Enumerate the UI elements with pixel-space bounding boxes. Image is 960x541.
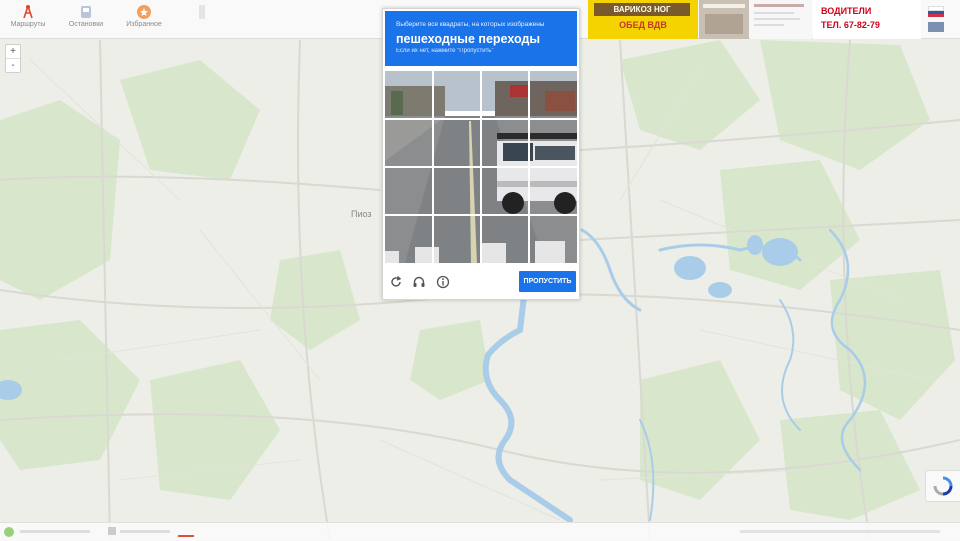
- nav-routes-label: Маршруты: [10, 21, 46, 28]
- ad3-line1: ВОДИТЕЛИ: [821, 6, 872, 16]
- captcha-instruction: Выберите все квадраты, на которых изобра…: [396, 21, 545, 28]
- captcha-target: пешеходные переходы: [396, 32, 541, 46]
- zoom-control: + -: [5, 44, 21, 73]
- reload-icon[interactable]: [389, 275, 403, 289]
- zoom-in-button[interactable]: +: [6, 45, 20, 58]
- bottom-bar: [0, 522, 960, 541]
- ad1-line2: ОБЕД ВДВ: [619, 20, 667, 30]
- recaptcha-badge[interactable]: [925, 470, 960, 502]
- captcha-image-grid[interactable]: [385, 71, 577, 263]
- ad-banner-3[interactable]: ВОДИТЕЛИ ТЕЛ. 67-82-79: [813, 0, 921, 39]
- recaptcha-logo-icon: [933, 476, 953, 496]
- favorites-icon: [137, 5, 151, 19]
- language-flag-icon[interactable]: [928, 6, 944, 17]
- ad-banner-2[interactable]: [699, 0, 749, 39]
- info-icon[interactable]: [436, 275, 450, 289]
- ad1-line1: ВАРИКОЗ НОГ: [594, 3, 690, 16]
- captcha-hint: Если их нет, нажмите "Пропустить": [396, 48, 494, 54]
- secondary-flag-icon[interactable]: [928, 22, 944, 32]
- skip-button[interactable]: ПРОПУСТИТЬ: [519, 271, 576, 292]
- bottom-tool-icon[interactable]: [108, 527, 116, 535]
- ad-banner-1[interactable]: ВАРИКОЗ НОГ ОБЕД ВДВ: [588, 0, 698, 39]
- captcha-header: Выберите все квадраты, на которых изобра…: [385, 11, 577, 66]
- nav-favorites-button[interactable]: Избранное: [116, 2, 172, 36]
- map-city-label: Пиоз: [351, 209, 372, 219]
- bus-stop-icon: [81, 6, 91, 18]
- scale-bar: [178, 527, 194, 537]
- nav-stops-button[interactable]: Остановки: [58, 2, 114, 36]
- map-attribution: [740, 530, 940, 533]
- nav-extra-button[interactable]: [174, 2, 230, 36]
- ad3-line2: ТЕЛ. 67-82-79: [821, 20, 880, 30]
- route-icon: [23, 5, 33, 19]
- phone-icon: [199, 5, 205, 19]
- ad-banner-2b[interactable]: [750, 0, 812, 39]
- captcha-dialog: Выберите все квадраты, на которых изобра…: [382, 8, 580, 300]
- nav-stops-label: Остановки: [68, 21, 104, 28]
- zoom-out-button[interactable]: -: [6, 58, 20, 72]
- nav-favorites-label: Избранное: [126, 21, 162, 28]
- headphones-icon[interactable]: [412, 275, 426, 289]
- status-icon: [4, 527, 14, 537]
- nav-routes-button[interactable]: Маршруты: [0, 2, 56, 36]
